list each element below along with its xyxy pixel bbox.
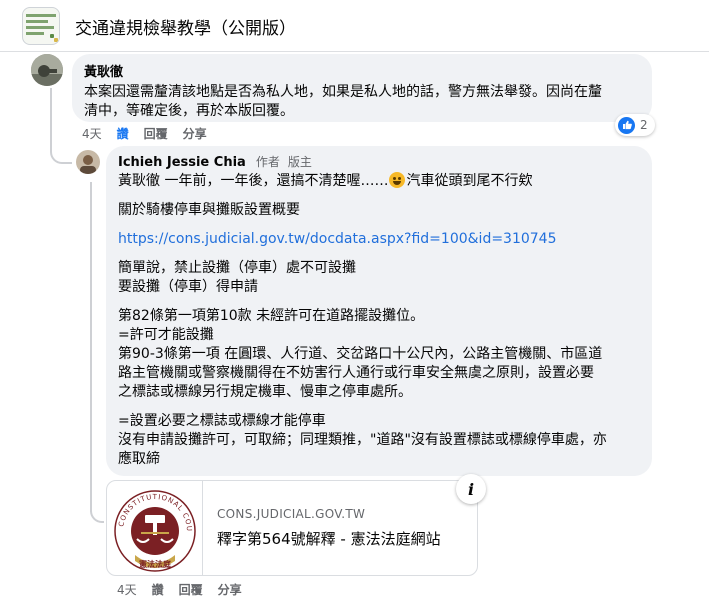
- reply-text: 汽車從頭到尾不行欸: [406, 173, 533, 189]
- reply-line: 簡單說，禁止設攤（停車）處不可設攤: [118, 260, 356, 276]
- reply-body: 黃耿徹 一年前，一年後，還搞不清楚喔…… 汽車從頭到尾不行欸 關於騎樓停車與攤販設…: [118, 172, 640, 469]
- reaction-count: 2: [640, 118, 648, 132]
- reply-actions: 4天 讚 回覆 分享: [117, 581, 242, 596]
- reply-button[interactable]: 回覆: [179, 581, 203, 596]
- reply-time[interactable]: 4天: [117, 581, 137, 596]
- card-title[interactable]: 釋字第564號解釋 - 憲法法庭網站: [217, 528, 441, 549]
- reply-button[interactable]: 回覆: [144, 125, 168, 142]
- court-seal-logo: CONSTITUTIONAL COURT 憲法法庭: [107, 481, 203, 575]
- reply-bubble: Ichieh Jessie Chia 作者 版主 黃耿徹 一年前，一年後，還搞不清楚…: [106, 146, 652, 476]
- share-button[interactable]: 分享: [218, 581, 242, 596]
- reply-text: 一年前，一年後，還搞不清楚喔……: [160, 173, 389, 189]
- comment-text-line: 清中，等確定後，再於本版回覆。: [84, 103, 294, 119]
- comment-actions: 4天 讚 回覆 分享: [82, 125, 207, 142]
- laughing-emoji-icon: [389, 172, 406, 188]
- reply-line: 路主管機關或警察機關得在不妨害行人通行或行車安全無虞之原則，設置必要: [118, 365, 594, 381]
- comment-bubble: 黃耿徹 本案因還需釐清該地點是否為私人地，如果是私人地的話，警方無法舉發。因尚在…: [72, 54, 652, 122]
- link-preview-card[interactable]: CONSTITUTIONAL COURT 憲法法庭 CONS.JUDICIAL.…: [106, 480, 478, 576]
- reply-avatar[interactable]: [76, 150, 100, 174]
- admin-badge: 版主: [287, 155, 312, 169]
- comment-text-line: 本案因還需釐清該地點是否為私人地，如果是私人地的話，警方無法舉發。因尚在釐: [84, 84, 602, 100]
- reply-paragraph: 關於騎樓停車與攤販設置概要: [118, 202, 300, 218]
- reply-line: 要設攤（停車）得申請: [118, 279, 258, 295]
- reply-line: 之標誌或標線另行規定機車、慢車之停車處所。: [118, 384, 412, 400]
- reply-line: 黃耿徹 一年前，一年後，還搞不清楚喔…… 汽車從頭到尾不行欸: [118, 172, 640, 191]
- info-icon[interactable]: i: [456, 474, 486, 504]
- reply-line: =設置必要之標誌或標線才能停車: [118, 413, 326, 429]
- svg-text:憲法法庭: 憲法法庭: [138, 559, 172, 569]
- reply-line: 第90-3條第一項 在圓環、人行道、交岔路口十公尺內，公路主管機關、市區道: [118, 346, 603, 362]
- like-icon: [618, 116, 635, 134]
- reply-author[interactable]: Ichieh Jessie Chia: [118, 155, 246, 170]
- reply-link[interactable]: https://cons.judicial.gov.tw/docdata.asp…: [118, 230, 640, 249]
- share-button[interactable]: 分享: [183, 125, 207, 142]
- comment-time[interactable]: 4天: [82, 125, 102, 142]
- thread-line: [50, 88, 52, 148]
- reply-line: =許可才能設攤: [118, 327, 214, 343]
- group-header: 交通違規檢舉教學（公開版）: [0, 0, 709, 52]
- author-badge: 作者: [255, 155, 280, 169]
- thread-curve: [90, 505, 104, 523]
- like-button[interactable]: 讚: [152, 581, 164, 596]
- comment-author[interactable]: 黃耿徹: [84, 61, 640, 80]
- reply-line: 第82條第一項第10款 未經許可在道路擺設攤位。: [118, 308, 425, 324]
- thread-line: [90, 182, 92, 512]
- like-button[interactable]: 讚: [117, 125, 129, 142]
- thread-curve: [50, 146, 72, 164]
- avatar-photo: [31, 54, 63, 86]
- mention-link[interactable]: 黃耿徹: [118, 173, 160, 189]
- reply-line: 應取締: [118, 451, 160, 467]
- group-title[interactable]: 交通違規檢舉教學（公開版）: [75, 14, 296, 39]
- reaction-summary[interactable]: 2: [615, 114, 655, 136]
- card-domain: CONS.JUDICIAL.GOV.TW: [217, 507, 366, 521]
- reply-author-line: Ichieh Jessie Chia 作者 版主: [118, 153, 640, 170]
- reply-line: 沒有申請設攤許可，可取締；同理類推，"道路"沒有設置標誌或標線停車處，亦: [118, 432, 607, 448]
- commenter-avatar[interactable]: [31, 54, 63, 86]
- avatar-photo: [76, 150, 100, 174]
- group-icon[interactable]: [22, 7, 60, 45]
